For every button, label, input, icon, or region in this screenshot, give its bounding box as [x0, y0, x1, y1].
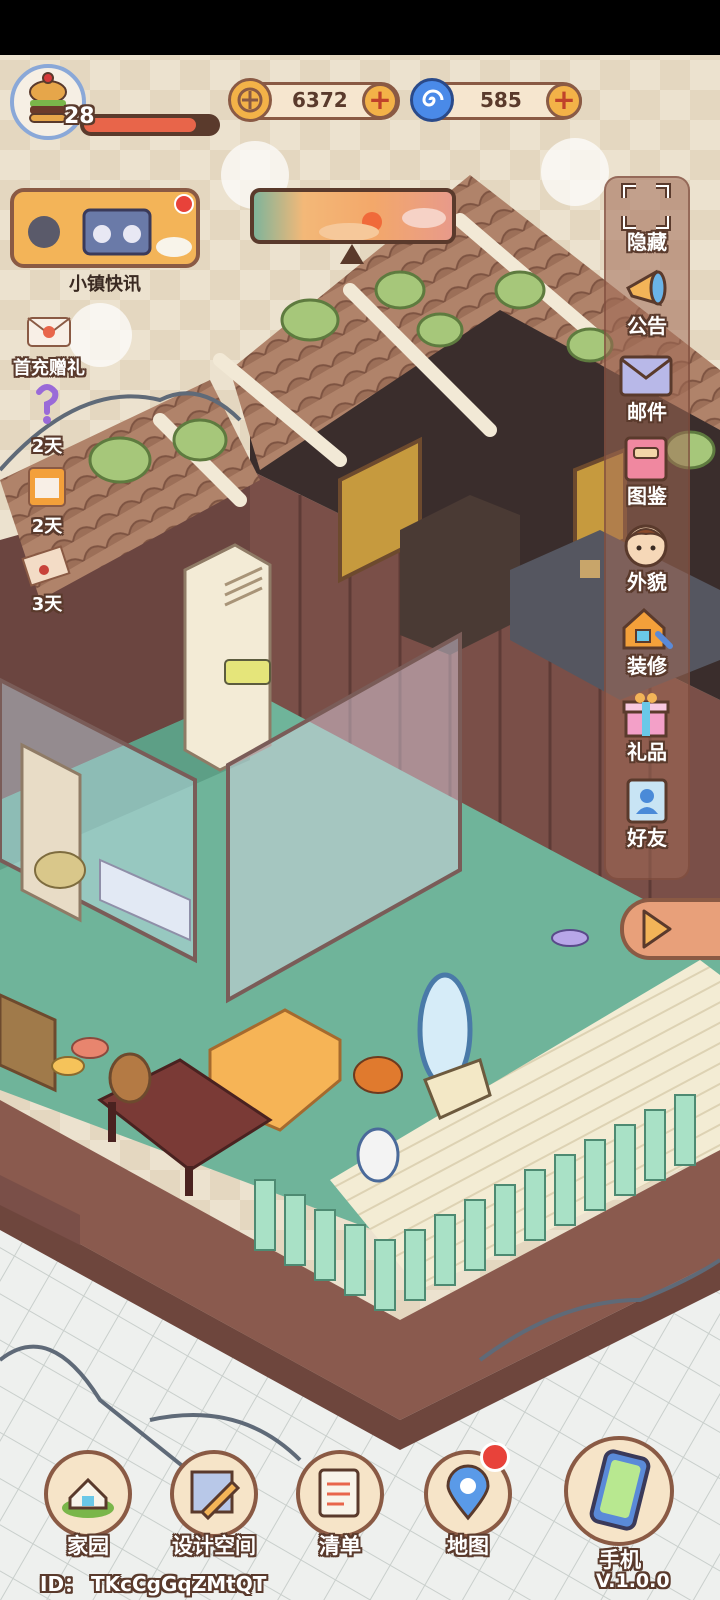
- announcement-button[interactable]: 公告: [606, 262, 688, 344]
- letter-icon: [21, 545, 71, 587]
- event-question-button[interactable]: 2天: [20, 382, 74, 457]
- nav-design-circle: [170, 1450, 258, 1538]
- map-notification-dot: [480, 1442, 510, 1472]
- play-arrow-icon: [642, 909, 672, 949]
- side-menu: 隐藏 公告 邮件 图鉴 外貌 装修 礼品 好友: [604, 176, 690, 880]
- exp-bar-fill: [84, 118, 196, 132]
- nav-phone-circle: [564, 1436, 674, 1546]
- collection-button[interactable]: 图鉴: [606, 432, 688, 514]
- gem-value: 585: [480, 88, 522, 112]
- question-ribbon-icon: [36, 384, 59, 424]
- character-face-icon: [624, 524, 668, 568]
- nav-map-button[interactable]: 地图: [420, 1442, 516, 1560]
- phone-icon: [589, 1449, 651, 1531]
- appearance-label: 外貌: [627, 570, 667, 594]
- event-cat-timer: 2天: [31, 516, 63, 537]
- nav-design-label: 设计空间: [172, 1534, 256, 1558]
- nav-checklist-button[interactable]: 清单: [292, 1450, 388, 1560]
- nav-checklist-circle: [296, 1450, 384, 1538]
- checklist-icon: [318, 1468, 360, 1518]
- hide-ui-button[interactable]: 隐藏: [606, 178, 688, 260]
- nav-design-button[interactable]: 设计空间: [166, 1450, 262, 1560]
- announcement-label: 公告: [627, 314, 667, 338]
- megaphone-icon: [626, 269, 667, 307]
- coin-icon: [228, 78, 272, 122]
- decorate-label: 装修: [627, 654, 667, 678]
- hide-frame-icon: [621, 183, 671, 231]
- event-letter-button[interactable]: 3天: [20, 540, 80, 615]
- nav-checklist-label: 清单: [319, 1534, 361, 1558]
- hide-ui-label: 隐藏: [627, 230, 667, 254]
- event-cat-button[interactable]: 2天: [20, 462, 74, 537]
- add-gems-button[interactable]: +: [546, 83, 582, 119]
- nav-phone-button[interactable]: 手机: [564, 1436, 676, 1572]
- book-icon: [624, 436, 668, 482]
- news-label: 小镇快讯: [69, 274, 141, 295]
- gift-label: 礼品: [627, 740, 667, 764]
- coin-value: 6372: [292, 88, 348, 112]
- friends-label: 好友: [627, 826, 667, 850]
- collection-label: 图鉴: [627, 484, 667, 508]
- nav-home-label: 家园: [67, 1534, 109, 1558]
- player-id: ID： TKcCgGqZMtQT: [40, 1572, 267, 1596]
- nav-home-button[interactable]: 家园: [40, 1450, 136, 1560]
- gift-box-icon: [622, 693, 670, 738]
- appearance-button[interactable]: 外貌: [606, 518, 688, 600]
- news-notification-dot: [174, 194, 194, 214]
- decorate-button[interactable]: 装修: [606, 602, 688, 684]
- event-letter-timer: 3天: [31, 594, 63, 615]
- mail-button[interactable]: 邮件: [606, 348, 688, 430]
- add-coins-button[interactable]: +: [362, 83, 398, 119]
- friend-book-icon: [626, 778, 668, 824]
- weather-banner: [250, 188, 456, 244]
- mail-label: 邮件: [627, 400, 667, 424]
- cat-box-icon: [28, 467, 66, 507]
- nav-map-label: 地图: [447, 1534, 489, 1558]
- first-recharge-gift-button[interactable]: 首充赠礼: [4, 312, 94, 382]
- time-indicator-arrow: [340, 244, 364, 264]
- news-card[interactable]: [10, 188, 200, 268]
- gift-envelope-icon: [27, 317, 71, 347]
- friends-button[interactable]: 好友: [606, 774, 688, 856]
- swirl-gem-icon: [410, 78, 454, 122]
- design-ruler-icon: [190, 1470, 241, 1521]
- home-icon: [62, 1477, 114, 1518]
- app-version: V.1.0.0: [596, 1570, 670, 1592]
- expand-panel-button[interactable]: [620, 898, 720, 960]
- gift-button[interactable]: 礼品: [606, 688, 688, 770]
- sun-cloud-icon: [319, 208, 446, 240]
- exp-bar: [80, 114, 220, 136]
- house-wrench-icon: [622, 607, 673, 650]
- nav-home-circle: [44, 1450, 132, 1538]
- first-recharge-gift-label: 首充赠礼: [13, 358, 85, 379]
- player-level: 28: [64, 104, 95, 129]
- mail-icon: [619, 355, 673, 397]
- radio-icon: [28, 208, 192, 257]
- event-question-timer: 2天: [31, 436, 63, 457]
